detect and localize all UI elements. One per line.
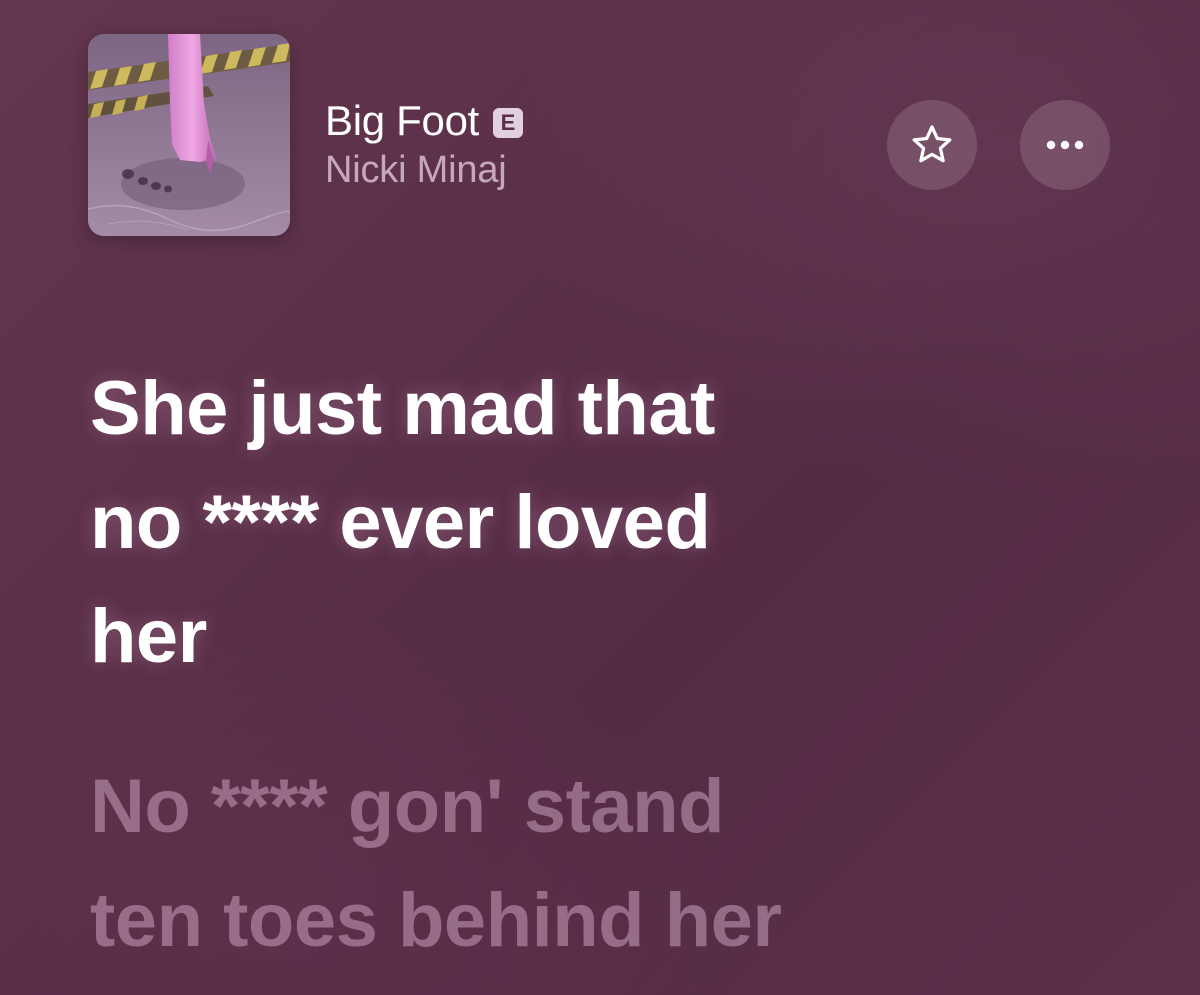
star-outline-icon: [912, 125, 952, 163]
song-title: Big Foot: [325, 97, 480, 144]
lyrics-view[interactable]: She just mad that no **** ever loved her…: [90, 352, 1150, 978]
artist-name[interactable]: Nicki Minaj: [325, 149, 523, 192]
ellipsis-icon: [1046, 140, 1084, 150]
album-artwork-image: [88, 34, 290, 236]
explicit-badge: E: [493, 108, 524, 138]
favorite-button[interactable]: [887, 100, 977, 190]
current-lyric-line[interactable]: She just mad that no **** ever loved her: [90, 352, 910, 694]
track-info[interactable]: Big Foot E Nicki Minaj: [325, 95, 524, 192]
next-lyric-line[interactable]: No **** gon' stand ten toes behind her: [90, 750, 990, 978]
more-options-button[interactable]: [1020, 100, 1110, 190]
album-artwork[interactable]: [88, 34, 290, 236]
title-row: Big Foot E: [325, 95, 524, 147]
